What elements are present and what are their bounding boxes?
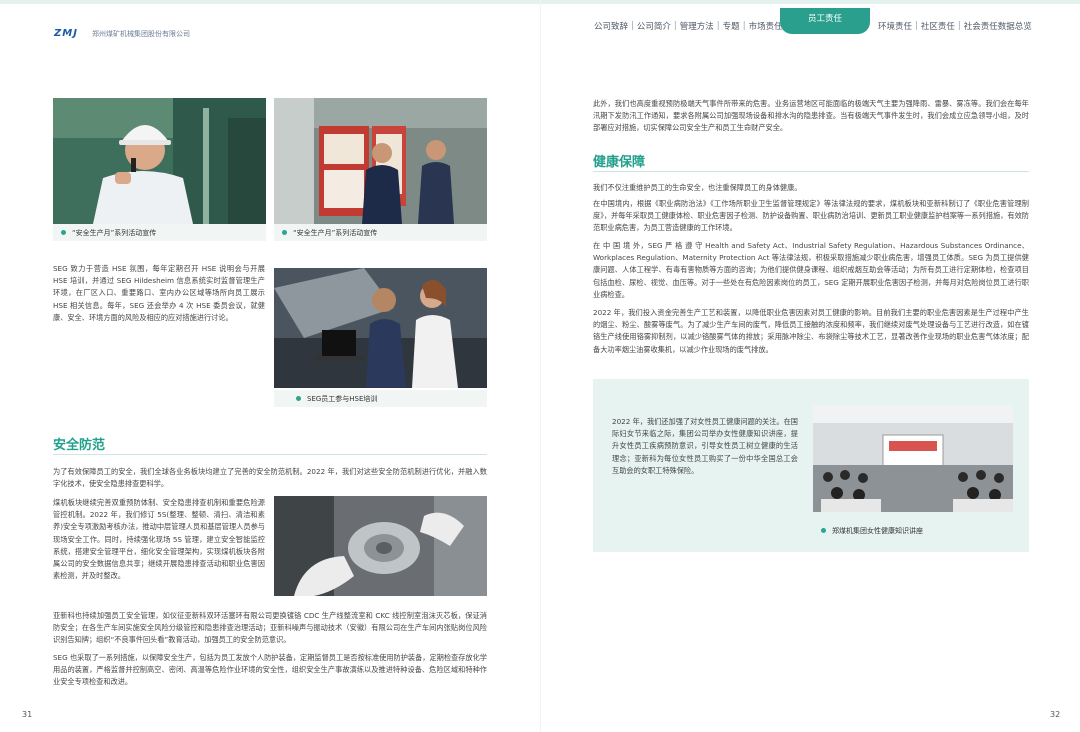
- photo-safety-month-speaker: [53, 98, 266, 224]
- nav-item-environment-responsibility[interactable]: 环境责任: [878, 20, 912, 32]
- caption-women-health: 郑煤机集团女性健康知识讲座: [813, 522, 1013, 539]
- company-logo: ZMJ: [54, 28, 78, 39]
- nav-item-company-profile[interactable]: 公司简介: [637, 20, 671, 32]
- nav-item-management[interactable]: 管理方法: [680, 20, 714, 32]
- nav-right: 环境责任 | 社区责任 | 社会责任数据总览: [878, 20, 1032, 32]
- section-heading-safety: 安全防范: [53, 438, 106, 453]
- caption-photo-3: SEG员工参与HSE培训: [274, 390, 487, 407]
- heading-rule: [53, 454, 487, 455]
- nav-item-chairman-message[interactable]: 公司致辞: [594, 20, 628, 32]
- photo-safety-month-exhibition: [274, 98, 487, 224]
- nav-item-data-overview[interactable]: 社会责任数据总览: [964, 20, 1032, 32]
- caption-bullet-icon: [282, 230, 287, 235]
- photo-safety-inspection: [274, 496, 487, 596]
- page-number-right: 32: [1050, 710, 1061, 719]
- section-heading-health: 健康保障: [593, 155, 646, 170]
- safety-paragraph-coal: 煤机板块继续完善双重预防体制、安全隐患排查机制和重要危险源管控机制。2022 年…: [53, 498, 265, 581]
- safety-paragraph-intro: 为了有效保障员工的安全，我们全球各业务板块均建立了完善的安全防范机制。2022 …: [53, 467, 487, 489]
- nav-item-employee-responsibility[interactable]: 员工责任: [780, 8, 870, 34]
- caption-bullet-icon: [821, 528, 826, 533]
- page-gutter: [540, 0, 541, 732]
- health-paragraph-china: 在中国境内，根据《职业病防治法》《工作场所职业卫生监督管理规定》等法律法规的要求…: [593, 199, 1029, 233]
- nav-item-community-responsibility[interactable]: 社区责任: [921, 20, 955, 32]
- nav-item-special-topic[interactable]: 专题: [723, 20, 740, 32]
- health-paragraph-intro: 我们不仅注重维护员工的生命安全，也注重保障员工的身体健康。: [593, 183, 802, 192]
- safety-paragraph-seg: SEG 也采取了一系列措施，以保障安全生产，包括为员工发放个人防护装备，定期监督…: [53, 653, 487, 687]
- heading-rule: [593, 171, 1029, 172]
- caption-photo-2: “安全生产月”系列活动宣传: [274, 224, 487, 241]
- extreme-weather-paragraph: 此外，我们也高度重视预防极端天气事件所带来的危害。业务运营地区可能面临的极端天气…: [593, 99, 1029, 133]
- caption-photo-1: “安全生产月”系列活动宣传: [53, 224, 266, 241]
- safety-paragraph-asimco: 亚新科也持续加强员工安全管理，如仪征亚新科双环活塞环有限公司更换镀铬 CDC 生…: [53, 611, 487, 645]
- page-number-left: 31: [22, 710, 33, 719]
- nav-left: 公司致辞 | 公司简介 | 管理方法 | 专题 | 市场责任: [594, 20, 783, 32]
- company-name: 郑州煤矿机械集团股份有限公司: [92, 30, 190, 38]
- nav-item-market-responsibility[interactable]: 市场责任: [749, 20, 783, 32]
- health-paragraph-occupational: 2022 年，我们投入资金完善生产工艺和装置，以降低职业危害因素对员工健康的影响…: [593, 308, 1029, 354]
- women-health-paragraph: 2022 年，我们还加强了对女性员工健康问题的关注。在国际妇女节来临之际，集团公…: [612, 417, 798, 475]
- photo-hse-training: [274, 268, 487, 388]
- caption-bullet-icon: [61, 230, 66, 235]
- photo-women-health-lecture: [813, 405, 1013, 512]
- hse-paragraph: SEG 致力于营造 HSE 氛围，每年定期召开 HSE 说明会与开展 HSE 培…: [53, 264, 265, 322]
- caption-bullet-icon: [296, 396, 301, 401]
- health-paragraph-overseas: 在 中 国 境 外，SEG 严 格 遵 守 Health and Safety …: [593, 241, 1029, 299]
